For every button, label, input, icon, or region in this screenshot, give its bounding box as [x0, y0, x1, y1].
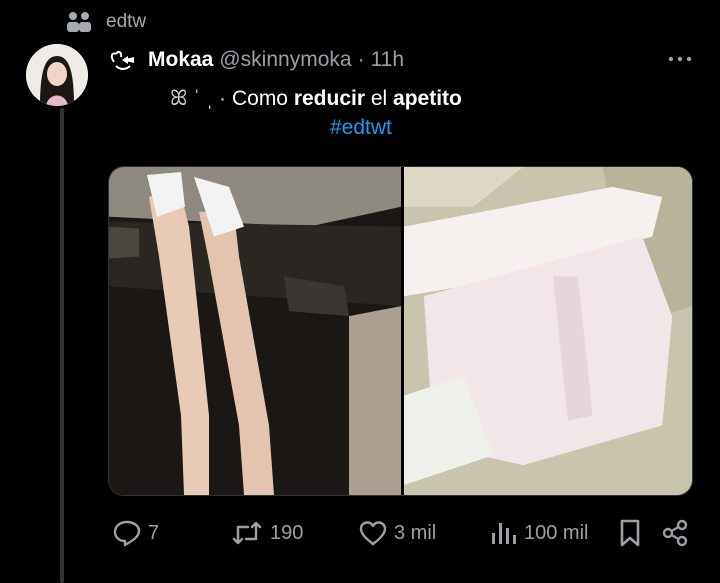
bookmark-icon[interactable] — [616, 518, 644, 548]
text-mid: el — [365, 87, 394, 110]
views-button[interactable]: 100 mil — [488, 516, 588, 550]
text-prefix: Como — [231, 87, 294, 110]
action-bar: 7 190 3 mil 100 mil — [108, 516, 693, 550]
separator: · — [357, 48, 365, 71]
author-name[interactable]: Mokaa — [148, 48, 213, 72]
text-bold-apetito: apetito — [393, 87, 462, 110]
like-button[interactable]: 3 mil — [358, 516, 436, 550]
community-label: edtw — [106, 11, 147, 32]
more-options-icon[interactable] — [666, 50, 694, 68]
repost-icon — [232, 521, 262, 545]
views-count: 100 mil — [524, 521, 589, 544]
share-icon[interactable] — [660, 518, 690, 548]
author-handle[interactable]: @skinnymoka — [219, 48, 351, 72]
photo-legs-in-car[interactable] — [109, 167, 401, 495]
reply-count: 7 — [148, 521, 160, 544]
heart-icon — [359, 521, 387, 546]
like-count: 3 mil — [394, 521, 437, 544]
text-bold-reducir: reducir — [293, 87, 366, 110]
media-grid — [108, 166, 693, 496]
photo-white-outfit[interactable] — [404, 167, 692, 495]
avatar-image — [26, 44, 88, 106]
hashtag-link[interactable]: #edtwt — [330, 116, 392, 140]
reply-button[interactable]: 7 — [112, 516, 159, 550]
repost-count: 190 — [270, 521, 304, 544]
post-text: ꕤ ˈ ˌ · Como reducir el apetito — [170, 84, 462, 114]
thread-line — [60, 108, 64, 583]
community-icon — [67, 12, 91, 32]
post-header: Mokaa @skinnymoka · 11h — [108, 45, 404, 75]
community-header[interactable]: edtw — [66, 8, 146, 36]
text-decoration: ꕤ ˈ ˌ · — [170, 87, 226, 110]
post-time[interactable]: 11h — [371, 48, 404, 72]
views-icon — [492, 523, 516, 544]
avatar[interactable] — [26, 44, 88, 106]
reply-icon — [113, 520, 141, 547]
bow-badge-icon — [110, 50, 134, 70]
repost-button[interactable]: 190 — [230, 516, 303, 550]
